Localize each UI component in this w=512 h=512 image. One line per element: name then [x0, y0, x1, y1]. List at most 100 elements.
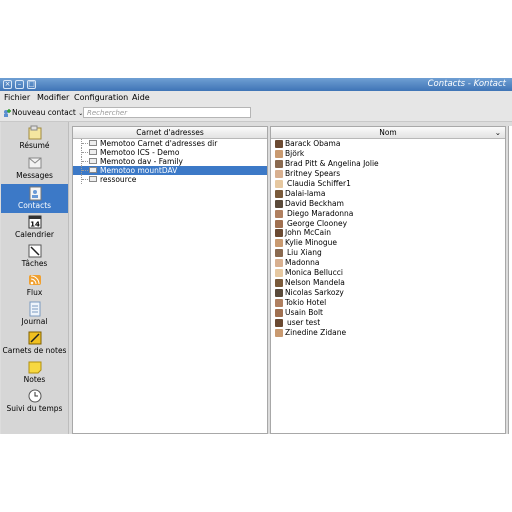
contact-list-header[interactable]: Nom ⌄: [271, 127, 505, 139]
contact-list: Barack Obama Björk Brad Pitt & Angelina Jo…: [271, 139, 505, 338]
sidebar-item-notes[interactable]: Notes: [1, 358, 68, 387]
addressbook-item[interactable]: Memotoo dav - Family: [73, 157, 267, 166]
contact-row[interactable]: Barack Obama: [271, 139, 505, 149]
contact-name: Brad Pitt & Angelina Jolie: [285, 158, 379, 168]
contact-row[interactable]: Diego Maradonna: [271, 209, 505, 219]
contact-name: Monica Bellucci: [285, 268, 344, 278]
contact-row[interactable]: David Beckham: [271, 199, 505, 209]
menu-fichier[interactable]: Fichier: [4, 93, 30, 102]
sidebar-item-label: Résumé: [19, 141, 50, 150]
sidebar-item-messages[interactable]: Messages: [1, 154, 68, 183]
contact-name: Tokio Hotel: [285, 298, 327, 307]
menu-configuration[interactable]: Configuration: [74, 93, 128, 102]
contact-row[interactable]: Usain Bolt: [271, 308, 505, 318]
addressbook-item[interactable]: Memotoo ICS - Demo: [73, 148, 267, 157]
svg-text:14: 14: [30, 221, 40, 229]
contact-row[interactable]: Nelson Mandela: [271, 278, 505, 288]
contact-photo-icon: [275, 299, 283, 307]
contact-row[interactable]: Brad Pitt & Angelina Jolie: [271, 159, 505, 169]
contact-row[interactable]: Madonna: [271, 258, 505, 268]
calendar-icon: 14: [28, 215, 41, 229]
addressbook-header[interactable]: Carnet d'adresses: [73, 127, 267, 139]
contact-row[interactable]: Dalai-lama: [271, 189, 505, 199]
sidebar-item-resume[interactable]: Résumé: [1, 124, 68, 153]
contact-row[interactable]: Nicolas Sarkozy: [271, 288, 505, 298]
sidebar-item-label: Contacts: [17, 201, 52, 210]
contact-row[interactable]: Kylie Minogue: [271, 238, 505, 248]
contact-row[interactable]: John McCain: [271, 228, 505, 238]
contact-name: David Beckham: [285, 198, 344, 208]
contact-row[interactable]: Björk: [271, 149, 505, 159]
contact-name: Claudia Schiffer1: [287, 178, 351, 188]
sidebar-item-journal[interactable]: Journal: [1, 300, 68, 329]
contact-name: Diego Maradonna: [287, 208, 354, 218]
contact-photo-icon: [275, 179, 283, 188]
detail-pane: [508, 126, 512, 434]
contact-photo-icon: [275, 328, 283, 337]
addressbook-pane: Carnet d'adresses Memotoo Carnet d'adres…: [72, 126, 268, 434]
sidebar-item-suivi[interactable]: Suivi du temps: [1, 387, 68, 416]
contact-name: Nelson Mandela: [285, 278, 345, 288]
contact-photo-icon: [275, 279, 283, 288]
mail-icon: [28, 157, 41, 169]
journal-icon: [29, 301, 40, 317]
addressbook-item[interactable]: ressource: [73, 175, 267, 184]
sidebar-item-label: Messages: [16, 171, 53, 180]
feeds-icon: [28, 275, 41, 285]
sidebar-item-label: Carnets de notes: [2, 346, 67, 355]
addressbook-icon: [89, 167, 97, 173]
addressbook-item[interactable]: Memotoo Carnet d'adresses dir: [73, 139, 267, 148]
title-bar: × – □ Contacts - Kontact: [0, 78, 512, 91]
maximize-icon[interactable]: □: [27, 80, 36, 89]
menu-aide[interactable]: Aide: [132, 93, 150, 102]
contact-photo-icon: [275, 140, 283, 148]
add-contact-icon: [4, 109, 11, 117]
sidebar-item-label: Suivi du temps: [6, 404, 63, 413]
sidebar-item-taches[interactable]: Tâches: [1, 242, 68, 271]
addressbook-item-selected[interactable]: Memotoo mountDAV: [73, 166, 267, 175]
new-contact-label: Nouveau contact: [12, 108, 76, 117]
window-title: Contacts - Kontact: [427, 79, 506, 89]
contact-name: Kylie Minogue: [285, 238, 338, 248]
close-icon[interactable]: ×: [3, 80, 12, 89]
contact-row[interactable]: user test: [271, 318, 505, 328]
sidebar-item-label: Journal: [21, 317, 48, 326]
sidebar-item-flux[interactable]: Flux: [1, 271, 68, 300]
contact-photo-icon: [275, 219, 283, 228]
contacts-icon: [29, 186, 41, 201]
contact-photo-icon: [275, 249, 283, 258]
sidebar-item-label: Flux: [26, 288, 43, 297]
contact-photo-icon: [275, 308, 283, 317]
addressbook-icon: [89, 176, 97, 182]
menu-bar: Fichier Modifier Configuration Aide: [0, 91, 512, 105]
contact-row[interactable]: Tokio Hotel: [271, 298, 505, 308]
contact-name: Liu Xiang: [287, 248, 322, 258]
contact-name: Dalai-lama: [285, 188, 326, 198]
menu-modifier[interactable]: Modifier: [37, 93, 69, 102]
contact-row[interactable]: Britney Spears: [271, 169, 505, 179]
chevron-down-icon[interactable]: ⌄: [495, 127, 501, 138]
sidebar-item-contacts[interactable]: Contacts: [1, 184, 68, 213]
sidebar-item-calendrier[interactable]: 14 Calendrier: [1, 213, 68, 242]
contact-name: John McCain: [285, 228, 331, 238]
contact-row[interactable]: George Clooney: [271, 219, 505, 229]
toolbar: Nouveau contact ⌄ Rechercher: [0, 105, 512, 122]
contact-name: Barack Obama: [285, 139, 341, 148]
contact-photo-icon: [275, 259, 283, 268]
clock-icon: [28, 389, 41, 403]
contact-photo-icon: [275, 209, 283, 218]
new-contact-button[interactable]: Nouveau contact ⌄: [3, 108, 83, 117]
column-name-label: Nom: [379, 128, 397, 137]
search-input[interactable]: Rechercher: [83, 107, 251, 118]
contact-row[interactable]: Liu Xiang: [271, 248, 505, 258]
contact-list-pane: Nom ⌄ Barack Obama Björk Brad Pitt & Angel…: [270, 126, 506, 434]
contact-photo-icon: [275, 149, 283, 158]
tasks-icon: [28, 244, 41, 258]
minimize-icon[interactable]: –: [15, 80, 24, 89]
contact-row[interactable]: Zinedine Zidane: [271, 328, 505, 338]
contact-name: user test: [287, 317, 321, 327]
sidebar-item-carnets[interactable]: Carnets de notes: [1, 329, 68, 358]
contact-name: Zinedine Zidane: [285, 327, 347, 337]
contact-row[interactable]: Claudia Schiffer1: [271, 179, 505, 189]
contact-row[interactable]: Monica Bellucci: [271, 268, 505, 278]
